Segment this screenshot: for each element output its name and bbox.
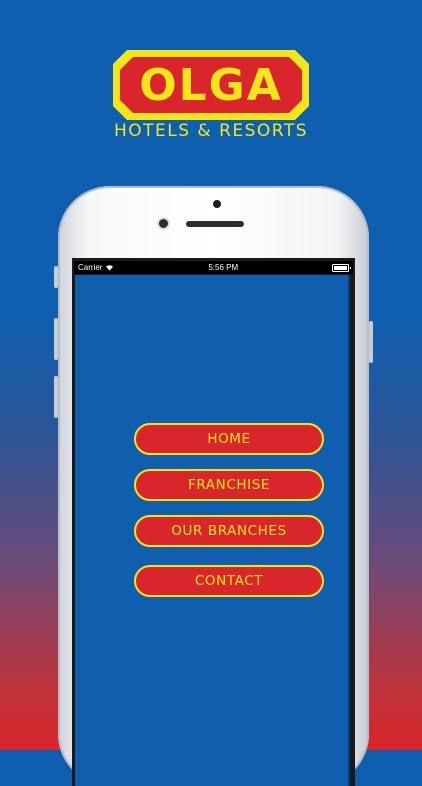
status-bar: Carrier 5:56 PM bbox=[74, 261, 353, 274]
status-right bbox=[332, 263, 353, 272]
contact-button[interactable]: CONTACT bbox=[134, 565, 324, 597]
phone-volume-down bbox=[54, 376, 58, 418]
earpiece-speaker bbox=[186, 221, 244, 227]
phone-mute-switch bbox=[54, 266, 58, 288]
proximity-sensor bbox=[159, 219, 168, 228]
carrier-label: Carrier bbox=[78, 263, 103, 272]
home-button[interactable]: HOME bbox=[134, 423, 324, 455]
phone-power-button bbox=[369, 321, 373, 363]
brand-tagline: HOTELS & RESORTS bbox=[113, 121, 309, 141]
app-screen: HOME FRANCHISE OUR BRANCHES CONTACT bbox=[75, 275, 350, 786]
status-time: 5:56 PM bbox=[208, 263, 239, 272]
our-branches-button[interactable]: OUR BRANCHES bbox=[134, 515, 324, 547]
phone-mockup: Carrier 5:56 PM HOME FRANCHISE OUR BRANC… bbox=[54, 186, 373, 786]
franchise-button[interactable]: FRANCHISE bbox=[134, 469, 324, 501]
wifi-icon bbox=[106, 265, 114, 271]
status-left: Carrier bbox=[74, 263, 114, 272]
phone-volume-up bbox=[54, 318, 58, 360]
battery-icon bbox=[332, 263, 351, 272]
front-camera bbox=[213, 200, 221, 208]
brand-header: OLGA HOTELS & RESORTS bbox=[0, 0, 422, 150]
logo-text: OLGA bbox=[139, 59, 283, 111]
